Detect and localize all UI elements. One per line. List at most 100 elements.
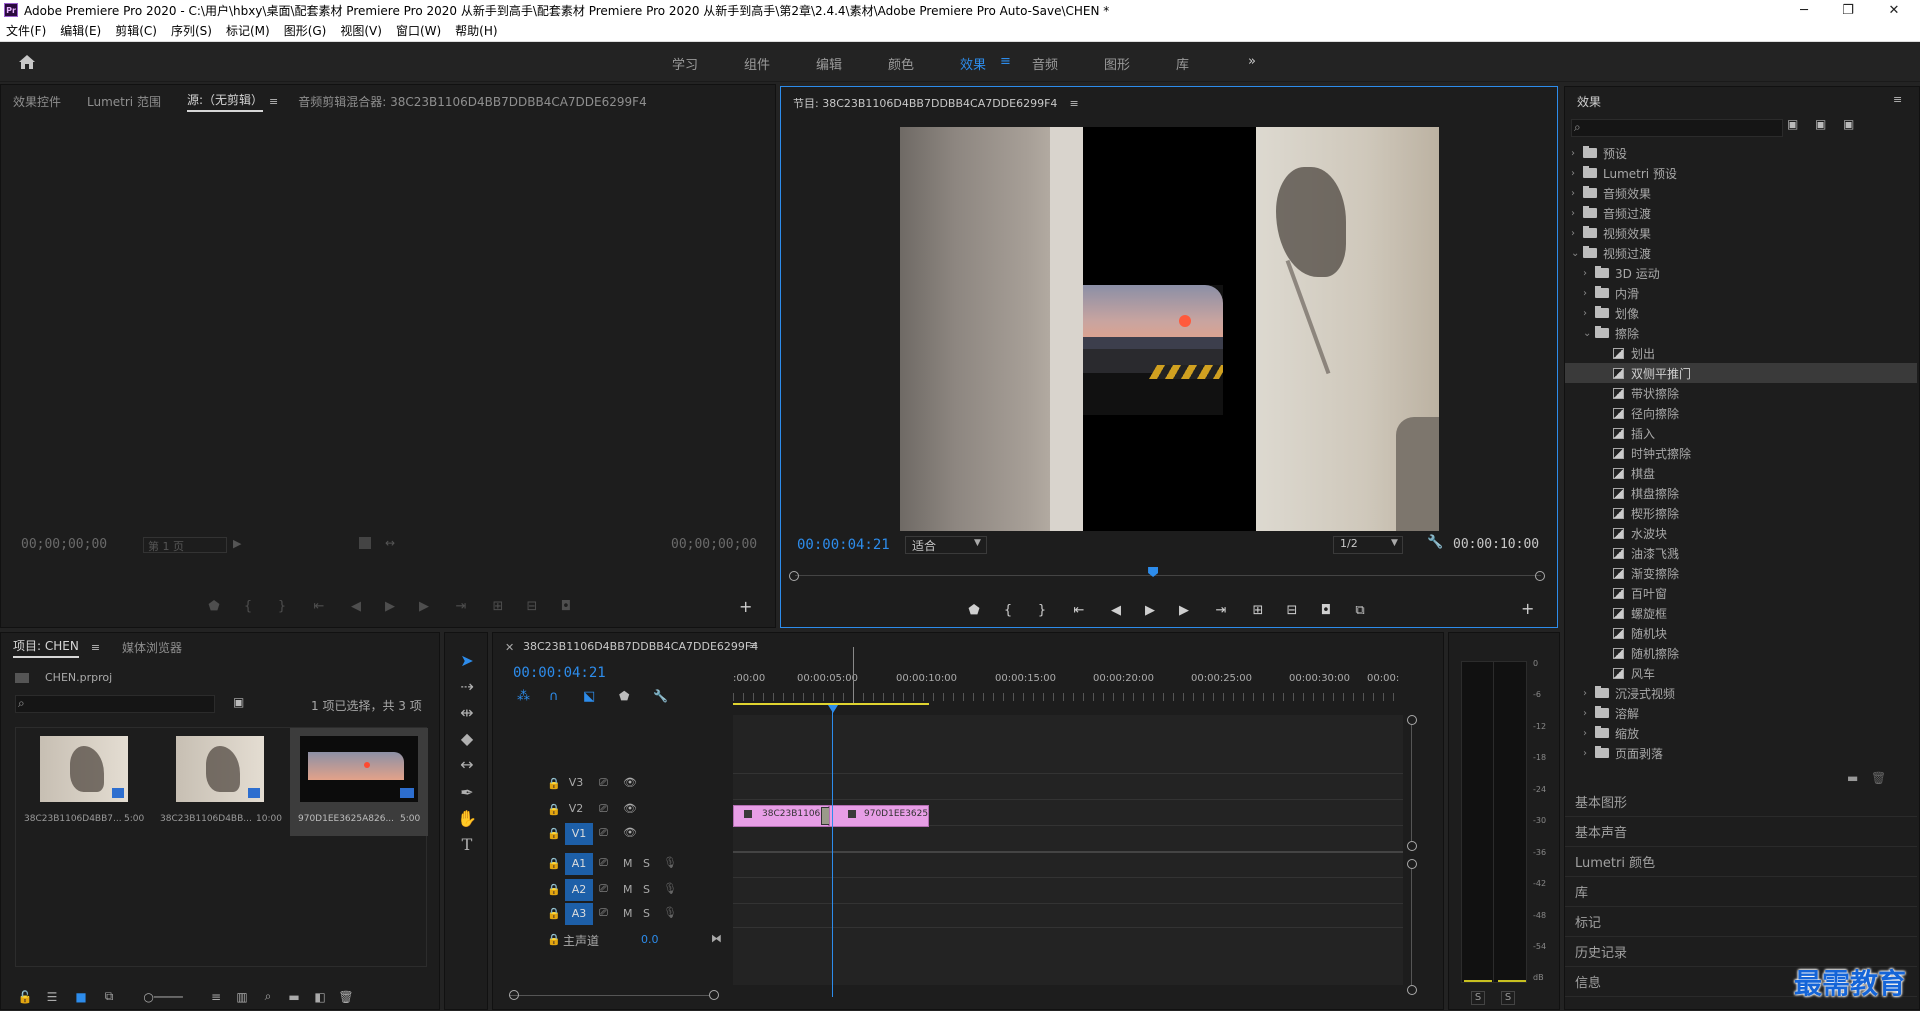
program-add-button-icon[interactable]: +	[1521, 599, 1534, 618]
project-item-3[interactable]: 970D1EE3625A826... 5:00	[290, 728, 428, 836]
solo-right-button[interactable]: S	[1501, 991, 1515, 1005]
program-timecode[interactable]: 00:00:04:21	[797, 537, 890, 553]
zoom-slider[interactable]: ○────	[123, 990, 203, 1004]
audio-scroll-handle[interactable]	[1407, 985, 1417, 995]
video-scroll-handle[interactable]	[1407, 841, 1417, 851]
menu-edit[interactable]: 编辑(E)	[60, 22, 101, 39]
effects-tree-item[interactable]: 带状擦除	[1565, 383, 1917, 403]
project-search-input[interactable]: ⌕	[15, 695, 215, 713]
eye-icon[interactable]: 👁	[623, 826, 637, 839]
track-label[interactable]: V2	[565, 802, 587, 815]
menu-view[interactable]: 视图(V)	[340, 22, 382, 39]
extract-icon[interactable]: ⊟	[1275, 603, 1309, 618]
effects-menu-icon[interactable]: ≡	[1893, 93, 1902, 106]
tab-effect-controls[interactable]: 效果控件	[13, 93, 61, 110]
lift-icon[interactable]: ⊞	[1241, 603, 1275, 618]
workspace-learn[interactable]: 学习	[672, 54, 698, 73]
chevron-right-icon[interactable]: ›	[1583, 308, 1595, 319]
timeline-playhead-head[interactable]	[828, 705, 838, 713]
menu-markers[interactable]: 标记(M)	[226, 22, 270, 39]
new-bin-icon[interactable]: ▬	[1847, 771, 1858, 785]
menu-graphics[interactable]: 图形(G)	[284, 22, 327, 39]
step-forward-icon[interactable]: ▶	[407, 599, 441, 614]
workspace-assembly[interactable]: 组件	[744, 54, 770, 73]
export-frame-icon[interactable]: ◘	[549, 599, 583, 614]
chevron-right-icon[interactable]: ›	[1583, 748, 1595, 759]
close-button[interactable]: ✕	[1874, 0, 1914, 20]
mute-button[interactable]: M	[623, 907, 633, 920]
chevron-right-icon[interactable]: ›	[1583, 728, 1595, 739]
time-ruler[interactable]: :00:00 00:00:05:00 00:00:10:00 00:00:15:…	[733, 673, 1403, 707]
track-label[interactable]: V3	[565, 776, 587, 789]
compare-view-icon[interactable]: ⧉	[1343, 603, 1377, 618]
effects-tree-item[interactable]: 双侧平推门	[1565, 363, 1917, 383]
lock-icon[interactable]: 🔒	[547, 907, 561, 920]
32bit-effects-icon[interactable]: ▣	[1815, 117, 1826, 131]
menu-file[interactable]: 文件(F)	[6, 22, 46, 39]
mark-in-icon[interactable]: {	[991, 603, 1025, 618]
icon-view-icon[interactable]: ■	[67, 990, 95, 1004]
effects-tree-item[interactable]: › 预设	[1565, 143, 1917, 163]
close-sequence-icon[interactable]: ✕	[505, 641, 514, 654]
delete-icon[interactable]: 🗑	[1871, 771, 1886, 785]
menu-help[interactable]: 帮助(H)	[455, 22, 497, 39]
chevron-right-icon[interactable]: ›	[1583, 288, 1595, 299]
h-scroll-handle-right[interactable]	[709, 990, 719, 1000]
tab-source[interactable]: 源:（无剪辑）	[186, 91, 264, 112]
timeline-timecode[interactable]: 00:00:04:21	[513, 665, 606, 681]
slip-tool-icon[interactable]: ↔	[445, 755, 489, 774]
sync-lock-icon[interactable]: ⎚	[599, 802, 608, 816]
play-icon[interactable]: ▶	[373, 599, 407, 614]
sequence-tab[interactable]: 38C23B1106D4BB7DDBB4CA7DDE6299F4	[523, 640, 758, 653]
workspace-menu-icon[interactable]: ≡	[1000, 54, 1011, 69]
new-item-icon[interactable]: ◧	[307, 990, 333, 1004]
ripple-edit-tool-icon[interactable]: ⇹	[445, 703, 489, 722]
overwrite-icon[interactable]: ⊟	[515, 599, 549, 614]
workspace-color[interactable]: 颜色	[888, 54, 914, 73]
chevron-right-icon[interactable]: ›	[1583, 688, 1595, 699]
effects-tree-item[interactable]: 螺旋框	[1565, 603, 1917, 623]
tab-project[interactable]: 项目: CHEN	[13, 637, 79, 658]
type-tool-icon[interactable]: T	[445, 835, 489, 854]
mark-out-icon[interactable]: }	[265, 599, 299, 614]
source-menu-icon[interactable]: ≡	[269, 95, 278, 108]
workspace-libraries[interactable]: 库	[1176, 54, 1189, 73]
effects-tree-item[interactable]: › 视频效果	[1565, 223, 1917, 243]
effects-tree-item[interactable]: 时钟式擦除	[1565, 443, 1917, 463]
sync-lock-icon[interactable]: ⎚	[599, 882, 608, 896]
sync-lock-icon[interactable]: ⎚	[599, 776, 608, 790]
step-back-icon[interactable]: ◀	[1099, 603, 1133, 618]
workspace-effects[interactable]: 效果	[960, 54, 986, 73]
effects-search-input[interactable]: ⌕	[1571, 119, 1783, 137]
lock-icon[interactable]: 🔒	[547, 883, 561, 896]
effects-tree-item[interactable]: › 音频过渡	[1565, 203, 1917, 223]
workspace-audio[interactable]: 音频	[1032, 54, 1058, 73]
mic-icon[interactable]: 🎙	[663, 856, 677, 869]
effects-tree-item[interactable]: 随机块	[1565, 623, 1917, 643]
sort-icon[interactable]: ≡	[203, 990, 229, 1004]
effects-tree-item[interactable]: 随机擦除	[1565, 643, 1917, 663]
effects-tree-item[interactable]: 棋盘	[1565, 463, 1917, 483]
step-back-icon[interactable]: ◀	[339, 599, 373, 614]
chevron-right-icon[interactable]: ›	[1571, 208, 1583, 219]
workspace-editing[interactable]: 编辑	[816, 54, 842, 73]
effects-tree-item[interactable]: 径向擦除	[1565, 403, 1917, 423]
project-item-1[interactable]: 38C23B1106D4BB7... 5:00	[16, 728, 152, 836]
lock-icon[interactable]: 🔒	[547, 933, 561, 946]
zoom-handle-right[interactable]	[1535, 571, 1545, 581]
solo-left-button[interactable]: S	[1471, 991, 1485, 1005]
work-area-bar[interactable]	[733, 703, 929, 705]
lock-icon[interactable]: 🔒	[547, 857, 561, 870]
add-marker-icon[interactable]: ⬟	[957, 603, 991, 618]
source-fit-icon[interactable]: ↔	[385, 536, 395, 550]
lock-icon[interactable]: 🔓	[13, 990, 37, 1004]
home-icon[interactable]	[18, 54, 36, 70]
effects-tree-item[interactable]: › 溶解	[1565, 703, 1917, 723]
effects-tree-item[interactable]: › 缩放	[1565, 723, 1917, 743]
track-label[interactable]: V1	[565, 823, 593, 845]
go-to-out-icon[interactable]: ⇥	[441, 599, 481, 614]
clear-icon[interactable]: 🗑	[333, 990, 359, 1004]
effects-tree-item[interactable]: › 音频效果	[1565, 183, 1917, 203]
effects-tree-item[interactable]: › 划像	[1565, 303, 1917, 323]
maximize-button[interactable]: ❐	[1828, 0, 1868, 20]
